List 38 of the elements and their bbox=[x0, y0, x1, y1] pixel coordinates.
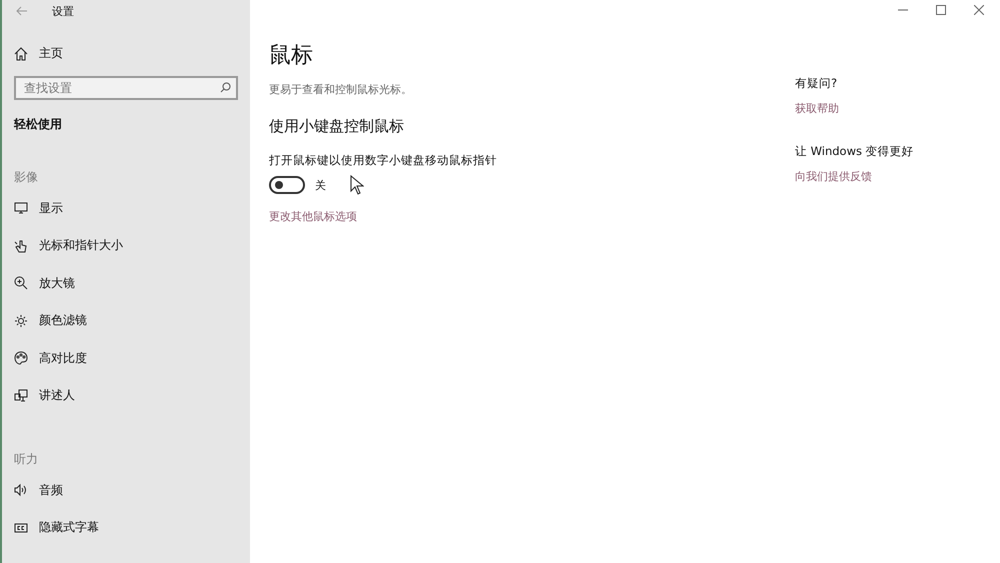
hand-pointer-icon bbox=[14, 238, 28, 253]
help-link[interactable]: 向我们提供反馈 bbox=[795, 169, 872, 184]
window-title: 设置 bbox=[52, 4, 74, 18]
palette-icon bbox=[14, 351, 28, 366]
group-heading: 影像 bbox=[14, 168, 39, 186]
sidebar-item[interactable]: 颜色滤镜 bbox=[14, 302, 238, 340]
section-heading: 使用小键盘控制鼠标 bbox=[269, 117, 405, 136]
caption-icon bbox=[14, 520, 28, 535]
magnifier-icon bbox=[14, 276, 28, 290]
sidebar-item[interactable]: 讲述人 bbox=[14, 377, 238, 414]
home-nav-item[interactable]: 主页 bbox=[14, 35, 238, 72]
search-field[interactable]: 查找设置 bbox=[14, 76, 238, 100]
sidebar-item[interactable]: 隐藏式字幕 bbox=[14, 509, 238, 546]
search-icon bbox=[220, 82, 231, 92]
help-heading: 让 Windows 变得更好 bbox=[795, 144, 914, 159]
page-title: 鼠标 bbox=[269, 42, 314, 70]
help-link[interactable]: 获取帮助 bbox=[795, 101, 839, 116]
page-description: 更易于查看和控制鼠标光标。 bbox=[269, 82, 413, 97]
monitor-icon bbox=[14, 201, 28, 216]
sidebar-item[interactable]: 高对比度 bbox=[14, 340, 238, 377]
mouse-options-link[interactable]: 更改其他鼠标选项 bbox=[269, 209, 357, 224]
sidebar-item[interactable]: 显示 bbox=[14, 190, 238, 227]
mouse-cursor-icon bbox=[350, 175, 364, 195]
toggle-state: 关 bbox=[315, 178, 326, 192]
category-heading: 轻松使用 bbox=[14, 116, 63, 132]
close-icon[interactable] bbox=[974, 5, 984, 15]
speaker-icon bbox=[14, 483, 28, 498]
setting-label: 打开鼠标键以使用数字小键盘移动鼠标指针 bbox=[269, 153, 498, 168]
sidebar-item[interactable]: 音频 bbox=[14, 472, 238, 509]
group-heading: 听力 bbox=[14, 450, 39, 468]
maximize-icon[interactable] bbox=[936, 5, 946, 15]
sun-icon bbox=[14, 314, 28, 328]
help-heading: 有疑问? bbox=[795, 76, 838, 91]
toggle-switch[interactable] bbox=[269, 176, 305, 194]
monitor-speech-icon bbox=[14, 388, 28, 403]
home-icon bbox=[14, 46, 28, 61]
sidebar-item[interactable]: 光标和指针大小 bbox=[14, 227, 238, 264]
sidebar-item[interactable]: 放大镜 bbox=[14, 264, 238, 302]
